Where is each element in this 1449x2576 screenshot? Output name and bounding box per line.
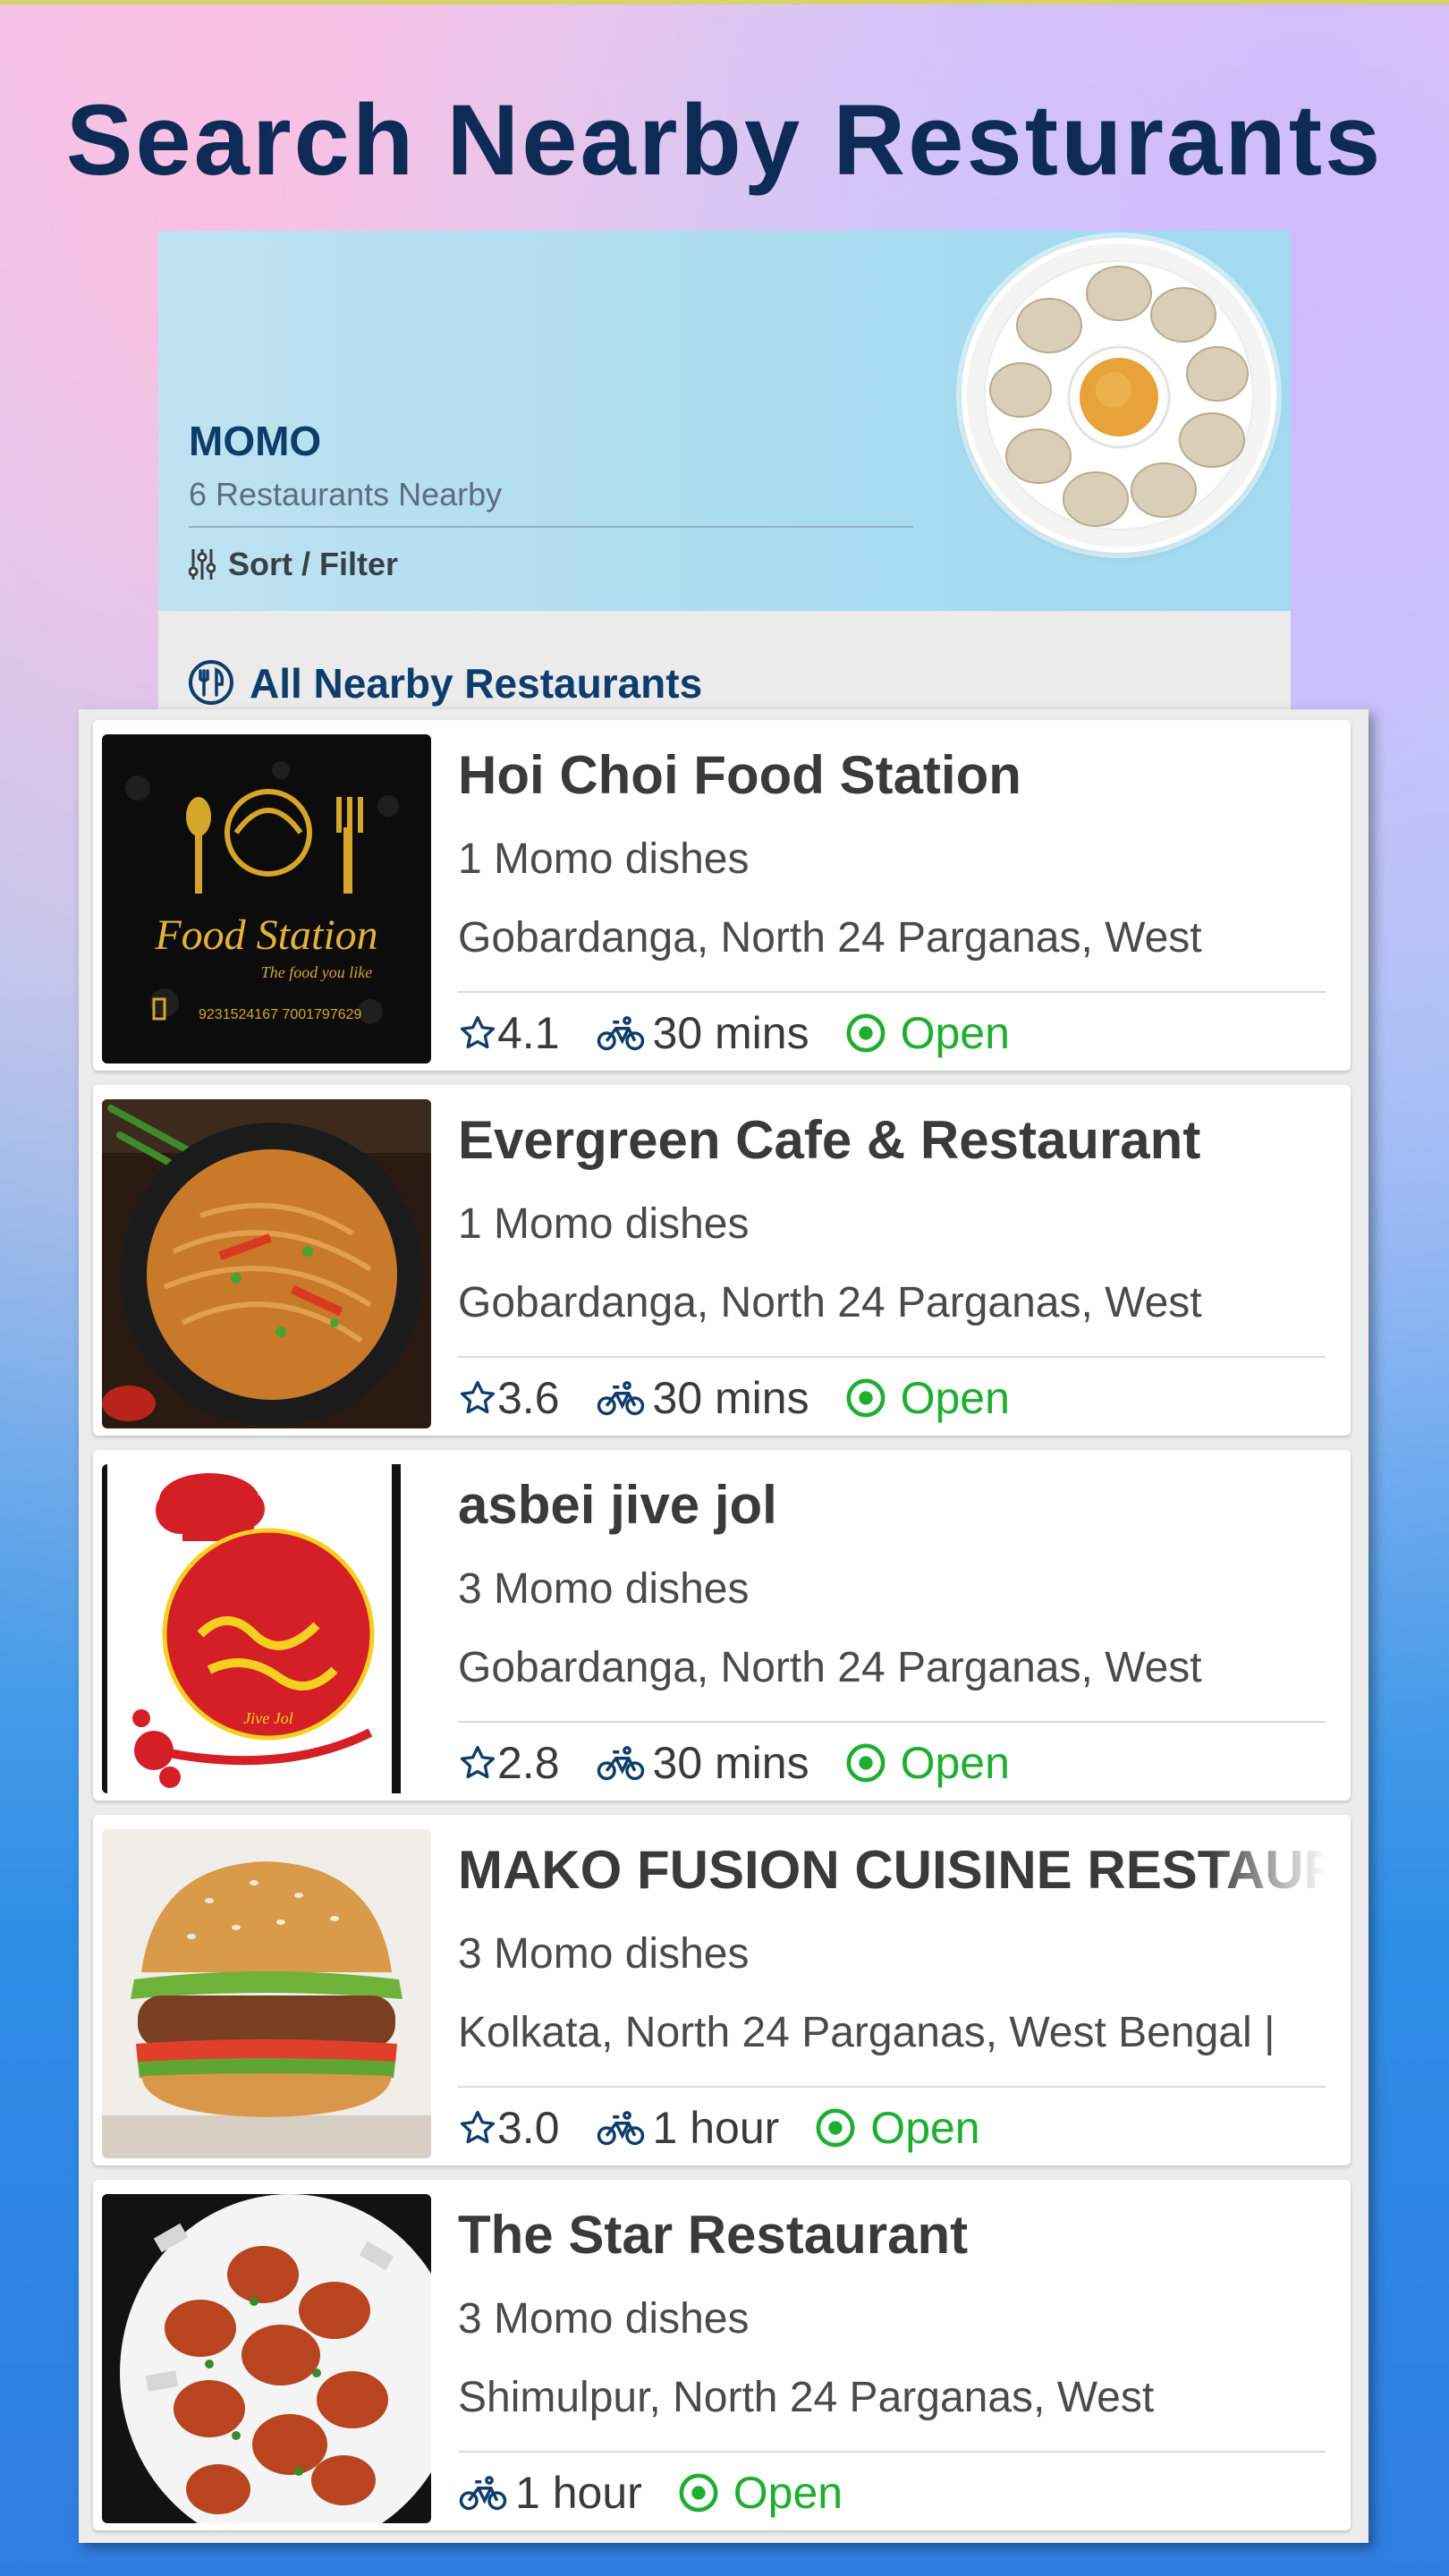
restaurant-name: Evergreen Cafe & Restaurant [458, 1110, 1201, 1170]
delivery-time-value: 1 hour [515, 2468, 642, 2518]
star-icon [460, 1015, 496, 1049]
rating-value: 4.1 [497, 1008, 560, 1058]
dish-count: 3 Momo dishes [458, 1565, 750, 1613]
logo-brand-text: Food Station [154, 911, 377, 959]
card-divider [458, 991, 1326, 993]
delivery-time-value: 30 mins [652, 1008, 809, 1058]
open-status-icon [816, 2108, 855, 2148]
restaurant-address: Kolkata, North 24 Parganas, West Bengal … [458, 2009, 1275, 2056]
dish-count: 3 Momo dishes [458, 2295, 750, 2343]
status-text: Open [900, 1738, 1010, 1788]
logo-brand-text: Jive Jol [243, 1709, 292, 1727]
restaurant-dish-image [102, 1099, 431, 1428]
restaurant-address: Gobardanga, North 24 Parganas, West [458, 1279, 1202, 1326]
star-icon [460, 1380, 496, 1414]
bicycle-icon [597, 2111, 644, 2146]
status-text: Open [900, 1008, 1010, 1058]
open-status: Open [678, 2467, 843, 2519]
restaurant-name: Hoi Choi Food Station [458, 745, 1021, 805]
delivery-time: 30 mins [596, 1372, 809, 1424]
restaurant-dish-image [102, 2194, 431, 2523]
delivery-time-value: 30 mins [652, 1373, 809, 1423]
momo-plate-image [962, 238, 1276, 553]
rating: 4.1 [458, 1007, 560, 1059]
restaurant-name: The Star Restaurant [458, 2205, 969, 2265]
bicycle-icon [459, 2476, 507, 2511]
logo-tagline-text: The food you like [261, 963, 372, 981]
sort-filter-label: Sort / Filter [228, 546, 399, 582]
open-status: Open [845, 1372, 1010, 1424]
card-divider [458, 1721, 1326, 1723]
star-icon [460, 2110, 496, 2144]
rating: 3.6 [458, 1372, 560, 1424]
restaurant-address: Gobardanga, North 24 Parganas, West [458, 1644, 1202, 1691]
restaurant-icon [189, 660, 233, 705]
delivery-time-value: 30 mins [652, 1738, 809, 1788]
bicycle-icon [597, 1381, 644, 1416]
card-divider [458, 2451, 1326, 2453]
open-status-icon [846, 1743, 886, 1783]
dish-count: 3 Momo dishes [458, 1930, 750, 1978]
restaurant-address: Shimulpur, North 24 Parganas, West [458, 2374, 1155, 2421]
rating-value: 3.6 [497, 1373, 560, 1423]
sliders-icon [189, 549, 216, 580]
restaurant-dish-image [102, 1829, 431, 2158]
rating-value: 2.8 [497, 1738, 560, 1788]
restaurant-logo-image: Jive Jol [102, 1464, 431, 1793]
bicycle-icon [597, 1016, 644, 1051]
open-status-icon [846, 1013, 886, 1053]
restaurant-name: asbei jive jol [458, 1475, 777, 1535]
restaurant-name: MAKO FUSION CUISINE RESTAURANT [458, 1838, 1326, 1902]
dish-count: 1 Momo dishes [458, 835, 750, 883]
dish-count: 1 Momo dishes [458, 1200, 750, 1248]
card-divider [458, 2086, 1326, 2088]
delivery-time-value: 1 hour [652, 2103, 780, 2153]
delivery-time: 1 hour [596, 2102, 780, 2154]
status-text: Open [900, 1373, 1010, 1423]
status-text: Open [733, 2468, 843, 2518]
rating: 3.0 [458, 2102, 560, 2154]
sort-filter-button[interactable]: Sort / Filter [189, 546, 398, 583]
header-divider [189, 526, 913, 528]
open-status: Open [845, 1737, 1010, 1789]
section-title: All Nearby Restaurants [250, 660, 703, 707]
restaurant-count: 6 Restaurants Nearby [189, 476, 503, 513]
rating: 2.8 [458, 1737, 560, 1789]
category-title: MOMO [189, 418, 322, 464]
restaurant-card[interactable]: Food Station The food you like 923152416… [93, 720, 1351, 1071]
restaurant-card[interactable]: Evergreen Cafe & Restaurant 1 Momo dishe… [93, 1085, 1351, 1436]
restaurant-list: Food Station The food you like 923152416… [79, 709, 1368, 2543]
open-status: Open [815, 2102, 980, 2154]
page-title: Search Nearby Resturants [65, 84, 1384, 196]
open-status-icon [846, 1378, 886, 1418]
logo-phone-text: 9231524167 7001797629 [199, 1007, 362, 1022]
restaurant-logo-image: Food Station The food you like 923152416… [102, 734, 431, 1063]
restaurant-card[interactable]: The Star Restaurant 3 Momo dishes Shimul… [93, 2180, 1351, 2530]
open-status: Open [845, 1007, 1010, 1059]
delivery-time: 1 hour [458, 2467, 642, 2519]
delivery-time: 30 mins [596, 1007, 809, 1059]
open-status-icon [679, 2473, 718, 2512]
rating-value: 3.0 [497, 2103, 560, 2153]
restaurant-address: Gobardanga, North 24 Parganas, West [458, 914, 1202, 962]
top-accent-stripe [0, 0, 1449, 4]
restaurant-card[interactable]: Jive Jol asbei jive jol 3 Momo dishes Go… [93, 1450, 1351, 1801]
card-divider [458, 1356, 1326, 1358]
delivery-time: 30 mins [596, 1737, 809, 1789]
restaurant-card[interactable]: MAKO FUSION CUISINE RESTAURANT 3 Momo di… [93, 1815, 1351, 2165]
bicycle-icon [597, 1746, 644, 1781]
star-icon [460, 1745, 496, 1779]
status-text: Open [870, 2103, 980, 2153]
category-header: MOMO 6 Restaurants Nearby Sort / Filter [158, 231, 1291, 611]
section-header: All Nearby Restaurants [158, 611, 1291, 709]
